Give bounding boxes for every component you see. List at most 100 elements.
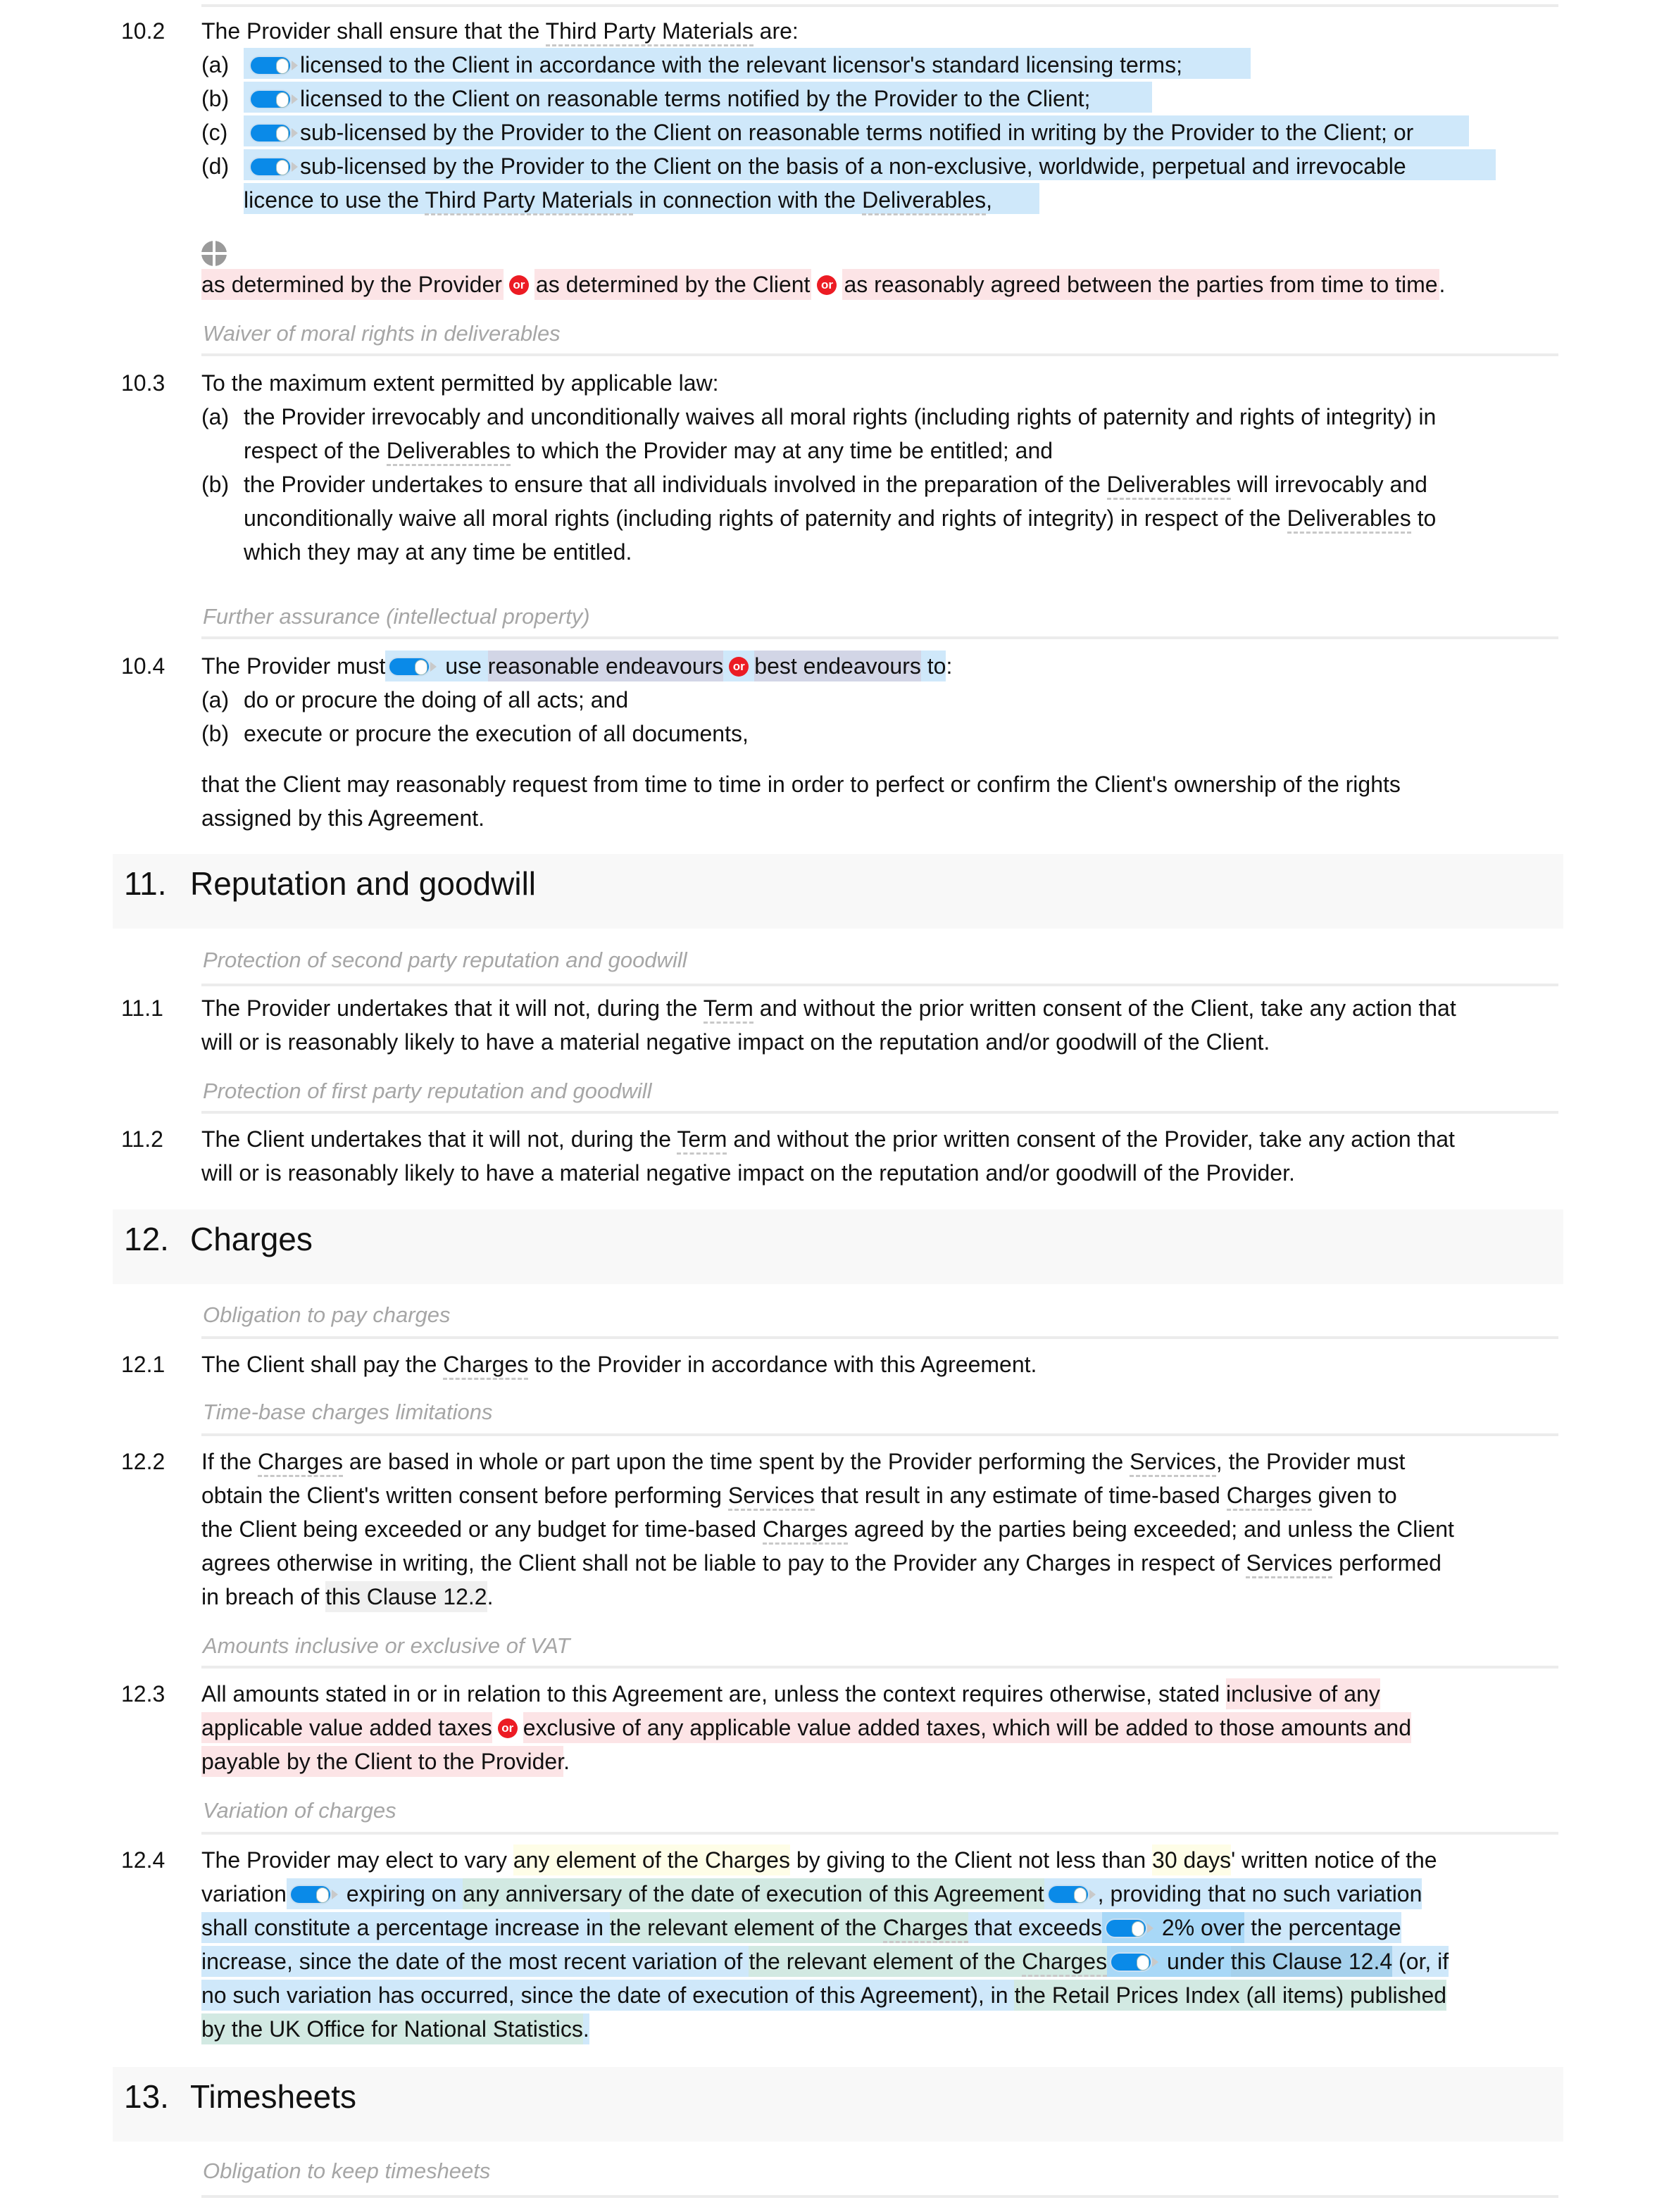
option[interactable]: best endeavours bbox=[754, 651, 921, 681]
toggle-switch[interactable] bbox=[389, 658, 437, 675]
defined-term[interactable]: Term bbox=[703, 995, 753, 1024]
or-badge: or bbox=[817, 275, 837, 295]
text: the relevant element of the bbox=[749, 1949, 1023, 1974]
text: The Client shall pay the bbox=[201, 1352, 444, 1377]
variable-field[interactable]: the relevant element of the Charges bbox=[609, 1912, 968, 1943]
text: unconditionally waive all moral rights (… bbox=[244, 505, 1287, 531]
defined-term[interactable]: Services bbox=[727, 1483, 815, 1511]
text: (or, if bbox=[1392, 1949, 1449, 1974]
text: The Provider must bbox=[201, 653, 386, 679]
list-item: licensed to the Client on reasonable ter… bbox=[246, 82, 1090, 115]
text: agrees otherwise in writing, the Client … bbox=[201, 1550, 1246, 1576]
clause-reference[interactable]: this Clause 12.4 bbox=[1230, 1946, 1393, 1977]
option[interactable]: exclusive of any applicable value added … bbox=[523, 1712, 1411, 1743]
toggle-switch[interactable] bbox=[251, 124, 298, 142]
text: to bbox=[920, 653, 946, 679]
divider bbox=[201, 4, 1558, 7]
list-item: licensed to the Client in accordance wit… bbox=[246, 48, 1182, 82]
toggle-switch[interactable] bbox=[251, 90, 298, 108]
divider bbox=[201, 1433, 1558, 1436]
item-suffix: ; or bbox=[1381, 120, 1414, 145]
option[interactable]: reasonable endeavours bbox=[487, 651, 724, 681]
divider bbox=[201, 1336, 1558, 1339]
variable-field[interactable]: by the UK Office for National Statistics bbox=[201, 2013, 583, 2044]
toggle-switch[interactable] bbox=[251, 158, 298, 175]
crosshair-icon[interactable] bbox=[201, 241, 227, 266]
text: and without the prior written consent of… bbox=[753, 995, 1456, 1021]
clause-text: in breach of this Clause 12.2. bbox=[201, 1580, 493, 1614]
clause-reference[interactable]: this Clause 12.2 bbox=[325, 1581, 487, 1612]
toggle-switch[interactable] bbox=[290, 1885, 338, 1903]
defined-term[interactable]: Term bbox=[677, 1126, 727, 1155]
optional-phrase: increase, since the date of the most rec… bbox=[201, 1946, 1449, 1977]
variable-field[interactable]: the relevant element of the Charges bbox=[749, 1946, 1108, 1977]
toggle-switch[interactable] bbox=[1106, 1919, 1153, 1937]
optional-phrase: use reasonable endeavours or best endeavou… bbox=[385, 651, 946, 681]
toggle-switch[interactable] bbox=[1111, 1953, 1159, 1971]
clause-text: will or is reasonably likely to have a m… bbox=[201, 1029, 1270, 1055]
divider bbox=[201, 1832, 1558, 1835]
text: , the Provider must bbox=[1215, 1449, 1406, 1474]
text: the relevant element of the bbox=[609, 1915, 883, 1940]
list-label: (b) bbox=[201, 721, 230, 746]
text: in breach of bbox=[201, 1584, 326, 1609]
toggle-switch[interactable] bbox=[251, 56, 298, 74]
clause-caption: Waiver of moral rights in deliverables bbox=[203, 321, 561, 346]
chevron-right-icon bbox=[292, 94, 298, 104]
chevron-right-icon bbox=[292, 127, 298, 138]
variable-field[interactable]: 2% over bbox=[1156, 1915, 1244, 1940]
text: . bbox=[1439, 272, 1446, 297]
defined-term[interactable]: Charges bbox=[762, 1516, 848, 1545]
clause-text: All amounts stated in or in relation to … bbox=[201, 1677, 1380, 1711]
text: the Client being exceeded or any budget … bbox=[201, 1516, 763, 1542]
toggle-switch[interactable] bbox=[1048, 1885, 1096, 1903]
variable-field[interactable]: 30 days bbox=[1152, 1845, 1232, 1875]
defined-term[interactable]: Deliverables bbox=[1287, 505, 1411, 534]
divider bbox=[201, 1666, 1558, 1669]
defined-term[interactable]: Deliverables bbox=[1106, 472, 1231, 500]
defined-term[interactable]: Charges bbox=[258, 1449, 343, 1477]
divider bbox=[201, 636, 1558, 639]
text: to bbox=[1411, 505, 1437, 531]
defined-term[interactable]: Charges bbox=[443, 1352, 529, 1380]
clause-text: The Provider must use reasonable endeavo… bbox=[201, 649, 952, 683]
list-item-continuation: licence to use the Third Party Materials… bbox=[244, 183, 992, 217]
clause-caption: Protection of first party reputation and… bbox=[203, 1079, 652, 1103]
defined-term[interactable]: Third Party Materials bbox=[425, 187, 633, 215]
clause-number: 10.4 bbox=[121, 653, 165, 679]
defined-term[interactable]: Deliverables bbox=[862, 187, 987, 215]
variable-field[interactable]: any anniversary of the date of execution… bbox=[463, 1878, 1044, 1909]
clause-text: agrees otherwise in writing, the Client … bbox=[201, 1546, 1442, 1580]
option[interactable]: applicable value added taxes bbox=[201, 1712, 492, 1743]
chevron-right-icon bbox=[292, 60, 298, 70]
option[interactable]: payable by the Client to the Provider bbox=[201, 1746, 564, 1777]
defined-term[interactable]: Services bbox=[1246, 1550, 1333, 1578]
text: that result in any estimate of time-base… bbox=[814, 1483, 1227, 1508]
defined-term[interactable]: Third Party Materials bbox=[545, 18, 753, 46]
option[interactable]: inclusive of any bbox=[1226, 1678, 1380, 1709]
variable-field[interactable]: the Retail Prices Index (all items) publ… bbox=[1014, 1980, 1447, 2011]
defined-term[interactable]: Charges bbox=[882, 1915, 968, 1943]
option[interactable]: as determined by the Client bbox=[534, 269, 812, 300]
defined-term[interactable]: Charges bbox=[1022, 1949, 1108, 1977]
text: that exceeds bbox=[968, 1915, 1102, 1940]
optional-phrase: under this Clause 12.4 bbox=[1107, 1946, 1393, 1977]
clause-number: 11.2 bbox=[121, 1126, 163, 1152]
defined-term[interactable]: Services bbox=[1130, 1449, 1216, 1477]
option-group: as determined by the Provider or as determ… bbox=[201, 268, 1445, 301]
clause-caption: Amounts inclusive or exclusive of VAT bbox=[203, 1633, 570, 1658]
list-item: sub-licensed by the Provider to the Clie… bbox=[246, 149, 1406, 183]
clause-10-2-intro: The Provider shall ensure that the Third… bbox=[201, 14, 799, 48]
option[interactable]: as determined by the Provider bbox=[201, 269, 504, 300]
clause-text: The Provider undertakes that it will not… bbox=[201, 991, 1456, 1025]
variable-field[interactable]: any element of the Charges bbox=[513, 1845, 790, 1875]
defined-term[interactable]: Charges bbox=[1226, 1483, 1312, 1511]
clause-caption: Time-base charges limitations bbox=[203, 1400, 493, 1424]
text: in connection with the bbox=[632, 187, 863, 213]
clause-text: will or is reasonably likely to have a m… bbox=[201, 1160, 1295, 1186]
text: are: bbox=[753, 18, 799, 44]
option[interactable]: as reasonably agreed between the parties… bbox=[842, 269, 1439, 300]
clause-text: The Client undertakes that it will not, … bbox=[201, 1122, 1455, 1156]
text: the percentage bbox=[1244, 1915, 1401, 1940]
defined-term[interactable]: Deliverables bbox=[386, 438, 511, 466]
